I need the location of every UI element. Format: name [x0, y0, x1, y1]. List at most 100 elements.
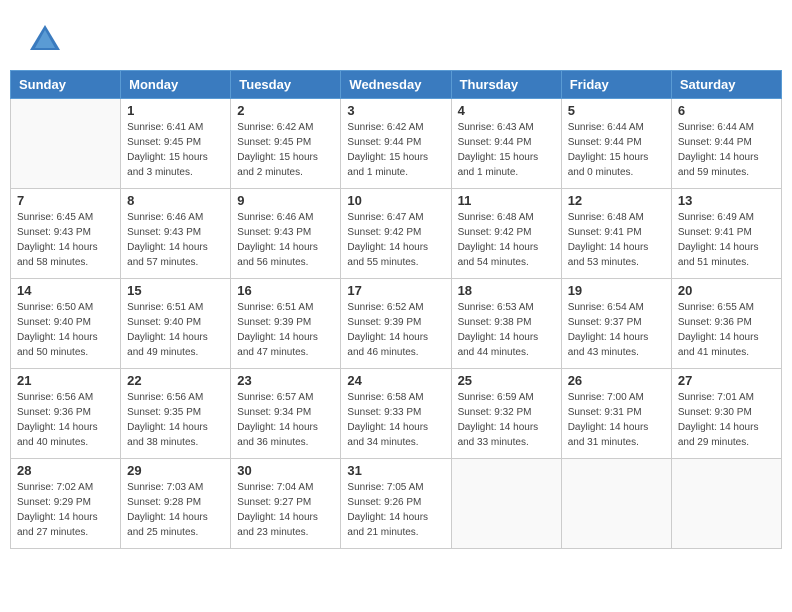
day-cell: 22Sunrise: 6:56 AMSunset: 9:35 PMDayligh…	[121, 369, 231, 459]
day-number: 4	[458, 103, 555, 118]
day-cell: 21 Sunrise: 6:56 AMSunset: 9:36 PMDayligh…	[11, 369, 121, 459]
day-cell: 28 Sunrise: 7:02 AMSunset: 9:29 PMDayligh…	[11, 459, 121, 549]
day-number: 23	[237, 373, 334, 388]
day-cell: 24 Sunrise: 6:58 AMSunset: 9:33 PMDayligh…	[341, 369, 451, 459]
day-info: Sunrise: 6:51 AMSunset: 9:39 PMDaylight:…	[237, 300, 334, 360]
day-number: 5	[568, 103, 665, 118]
day-info: Sunrise: 6:51 AMSunset: 9:40 PMDaylight:…	[127, 300, 224, 360]
day-cell: 30Sunrise: 7:04 AMSunset: 9:27 PMDayligh…	[231, 459, 341, 549]
day-info: Sunrise: 6:44 AMSunset: 9:44 PMDaylight:…	[568, 120, 665, 180]
day-cell: 16 Sunrise: 6:51 AMSunset: 9:39 PMDayligh…	[231, 279, 341, 369]
day-cell: 23 Sunrise: 6:57 AMSunset: 9:34 PMDayligh…	[231, 369, 341, 459]
day-info: Sunrise: 6:48 AMSunset: 9:42 PMDaylight:…	[458, 210, 555, 270]
day-info: Sunrise: 6:42 AMSunset: 9:45 PMDaylight:…	[237, 120, 334, 180]
day-info: Sunrise: 6:41 AMSunset: 9:45 PMDaylight:…	[127, 120, 224, 180]
week-row-3: 14 Sunrise: 6:50 AMSunset: 9:40 PMDayligh…	[11, 279, 782, 369]
header-cell-thursday: Thursday	[451, 71, 561, 99]
day-number: 13	[678, 193, 775, 208]
day-info: Sunrise: 6:55 AMSunset: 9:36 PMDaylight:…	[678, 300, 775, 360]
day-number: 28	[17, 463, 114, 478]
day-number: 1	[127, 103, 224, 118]
day-cell: 13 Sunrise: 6:49 AMSunset: 9:41 PMDayligh…	[671, 189, 781, 279]
day-cell: 31 Sunrise: 7:05 AMSunset: 9:26 PMDayligh…	[341, 459, 451, 549]
day-number: 12	[568, 193, 665, 208]
day-number: 24	[347, 373, 444, 388]
day-info: Sunrise: 6:43 AMSunset: 9:44 PMDaylight:…	[458, 120, 555, 180]
day-info: Sunrise: 6:52 AMSunset: 9:39 PMDaylight:…	[347, 300, 444, 360]
day-cell: 17 Sunrise: 6:52 AMSunset: 9:39 PMDayligh…	[341, 279, 451, 369]
day-number: 8	[127, 193, 224, 208]
header-cell-saturday: Saturday	[671, 71, 781, 99]
calendar-header-row: SundayMondayTuesdayWednesdayThursdayFrid…	[11, 71, 782, 99]
day-info: Sunrise: 6:48 AMSunset: 9:41 PMDaylight:…	[568, 210, 665, 270]
day-info: Sunrise: 6:50 AMSunset: 9:40 PMDaylight:…	[17, 300, 114, 360]
day-info: Sunrise: 7:05 AMSunset: 9:26 PMDaylight:…	[347, 480, 444, 540]
week-row-4: 21 Sunrise: 6:56 AMSunset: 9:36 PMDayligh…	[11, 369, 782, 459]
day-info: Sunrise: 6:46 AMSunset: 9:43 PMDaylight:…	[237, 210, 334, 270]
day-number: 26	[568, 373, 665, 388]
day-number: 3	[347, 103, 444, 118]
day-info: Sunrise: 6:49 AMSunset: 9:41 PMDaylight:…	[678, 210, 775, 270]
day-cell: 25 Sunrise: 6:59 AMSunset: 9:32 PMDayligh…	[451, 369, 561, 459]
day-info: Sunrise: 7:01 AMSunset: 9:30 PMDaylight:…	[678, 390, 775, 450]
calendar-body: 1 Sunrise: 6:41 AMSunset: 9:45 PMDaylight…	[11, 99, 782, 549]
day-cell: 15 Sunrise: 6:51 AMSunset: 9:40 PMDayligh…	[121, 279, 231, 369]
day-cell: 19 Sunrise: 6:54 AMSunset: 9:37 PMDayligh…	[561, 279, 671, 369]
day-info: Sunrise: 7:03 AMSunset: 9:28 PMDaylight:…	[127, 480, 224, 540]
day-cell: 7 Sunrise: 6:45 AMSunset: 9:43 PMDaylight…	[11, 189, 121, 279]
day-cell: 3 Sunrise: 6:42 AMSunset: 9:44 PMDaylight…	[341, 99, 451, 189]
header-cell-wednesday: Wednesday	[341, 71, 451, 99]
day-info: Sunrise: 6:56 AMSunset: 9:36 PMDaylight:…	[17, 390, 114, 450]
day-info: Sunrise: 7:04 AMSunset: 9:27 PMDaylight:…	[237, 480, 334, 540]
header-cell-monday: Monday	[121, 71, 231, 99]
day-info: Sunrise: 6:58 AMSunset: 9:33 PMDaylight:…	[347, 390, 444, 450]
day-number: 11	[458, 193, 555, 208]
day-cell	[11, 99, 121, 189]
day-cell: 11 Sunrise: 6:48 AMSunset: 9:42 PMDayligh…	[451, 189, 561, 279]
day-info: Sunrise: 6:59 AMSunset: 9:32 PMDaylight:…	[458, 390, 555, 450]
day-number: 21	[17, 373, 114, 388]
day-number: 18	[458, 283, 555, 298]
calendar-table: SundayMondayTuesdayWednesdayThursdayFrid…	[10, 70, 782, 549]
header-cell-sunday: Sunday	[11, 71, 121, 99]
day-number: 31	[347, 463, 444, 478]
day-cell	[451, 459, 561, 549]
day-cell: 1 Sunrise: 6:41 AMSunset: 9:45 PMDaylight…	[121, 99, 231, 189]
day-cell: 5 Sunrise: 6:44 AMSunset: 9:44 PMDaylight…	[561, 99, 671, 189]
day-info: Sunrise: 7:02 AMSunset: 9:29 PMDaylight:…	[17, 480, 114, 540]
day-number: 15	[127, 283, 224, 298]
week-row-2: 7 Sunrise: 6:45 AMSunset: 9:43 PMDaylight…	[11, 189, 782, 279]
day-number: 22	[127, 373, 224, 388]
day-cell: 9 Sunrise: 6:46 AMSunset: 9:43 PMDaylight…	[231, 189, 341, 279]
logo	[25, 20, 69, 60]
day-number: 6	[678, 103, 775, 118]
day-number: 2	[237, 103, 334, 118]
day-cell: 14 Sunrise: 6:50 AMSunset: 9:40 PMDayligh…	[11, 279, 121, 369]
day-number: 9	[237, 193, 334, 208]
day-info: Sunrise: 6:57 AMSunset: 9:34 PMDaylight:…	[237, 390, 334, 450]
day-number: 29	[127, 463, 224, 478]
day-number: 14	[17, 283, 114, 298]
day-info: Sunrise: 6:54 AMSunset: 9:37 PMDaylight:…	[568, 300, 665, 360]
day-number: 25	[458, 373, 555, 388]
day-cell: 18 Sunrise: 6:53 AMSunset: 9:38 PMDayligh…	[451, 279, 561, 369]
header	[10, 10, 782, 65]
day-info: Sunrise: 6:42 AMSunset: 9:44 PMDaylight:…	[347, 120, 444, 180]
day-cell: 8 Sunrise: 6:46 AMSunset: 9:43 PMDaylight…	[121, 189, 231, 279]
day-cell	[671, 459, 781, 549]
header-cell-tuesday: Tuesday	[231, 71, 341, 99]
day-number: 19	[568, 283, 665, 298]
week-row-1: 1 Sunrise: 6:41 AMSunset: 9:45 PMDaylight…	[11, 99, 782, 189]
day-info: Sunrise: 6:46 AMSunset: 9:43 PMDaylight:…	[127, 210, 224, 270]
day-number: 17	[347, 283, 444, 298]
header-cell-friday: Friday	[561, 71, 671, 99]
day-info: Sunrise: 6:53 AMSunset: 9:38 PMDaylight:…	[458, 300, 555, 360]
day-number: 27	[678, 373, 775, 388]
week-row-5: 28 Sunrise: 7:02 AMSunset: 9:29 PMDayligh…	[11, 459, 782, 549]
day-number: 7	[17, 193, 114, 208]
day-info: Sunrise: 6:45 AMSunset: 9:43 PMDaylight:…	[17, 210, 114, 270]
day-cell: 27 Sunrise: 7:01 AMSunset: 9:30 PMDayligh…	[671, 369, 781, 459]
day-cell: 12 Sunrise: 6:48 AMSunset: 9:41 PMDayligh…	[561, 189, 671, 279]
day-number: 16	[237, 283, 334, 298]
day-cell: 4 Sunrise: 6:43 AMSunset: 9:44 PMDaylight…	[451, 99, 561, 189]
